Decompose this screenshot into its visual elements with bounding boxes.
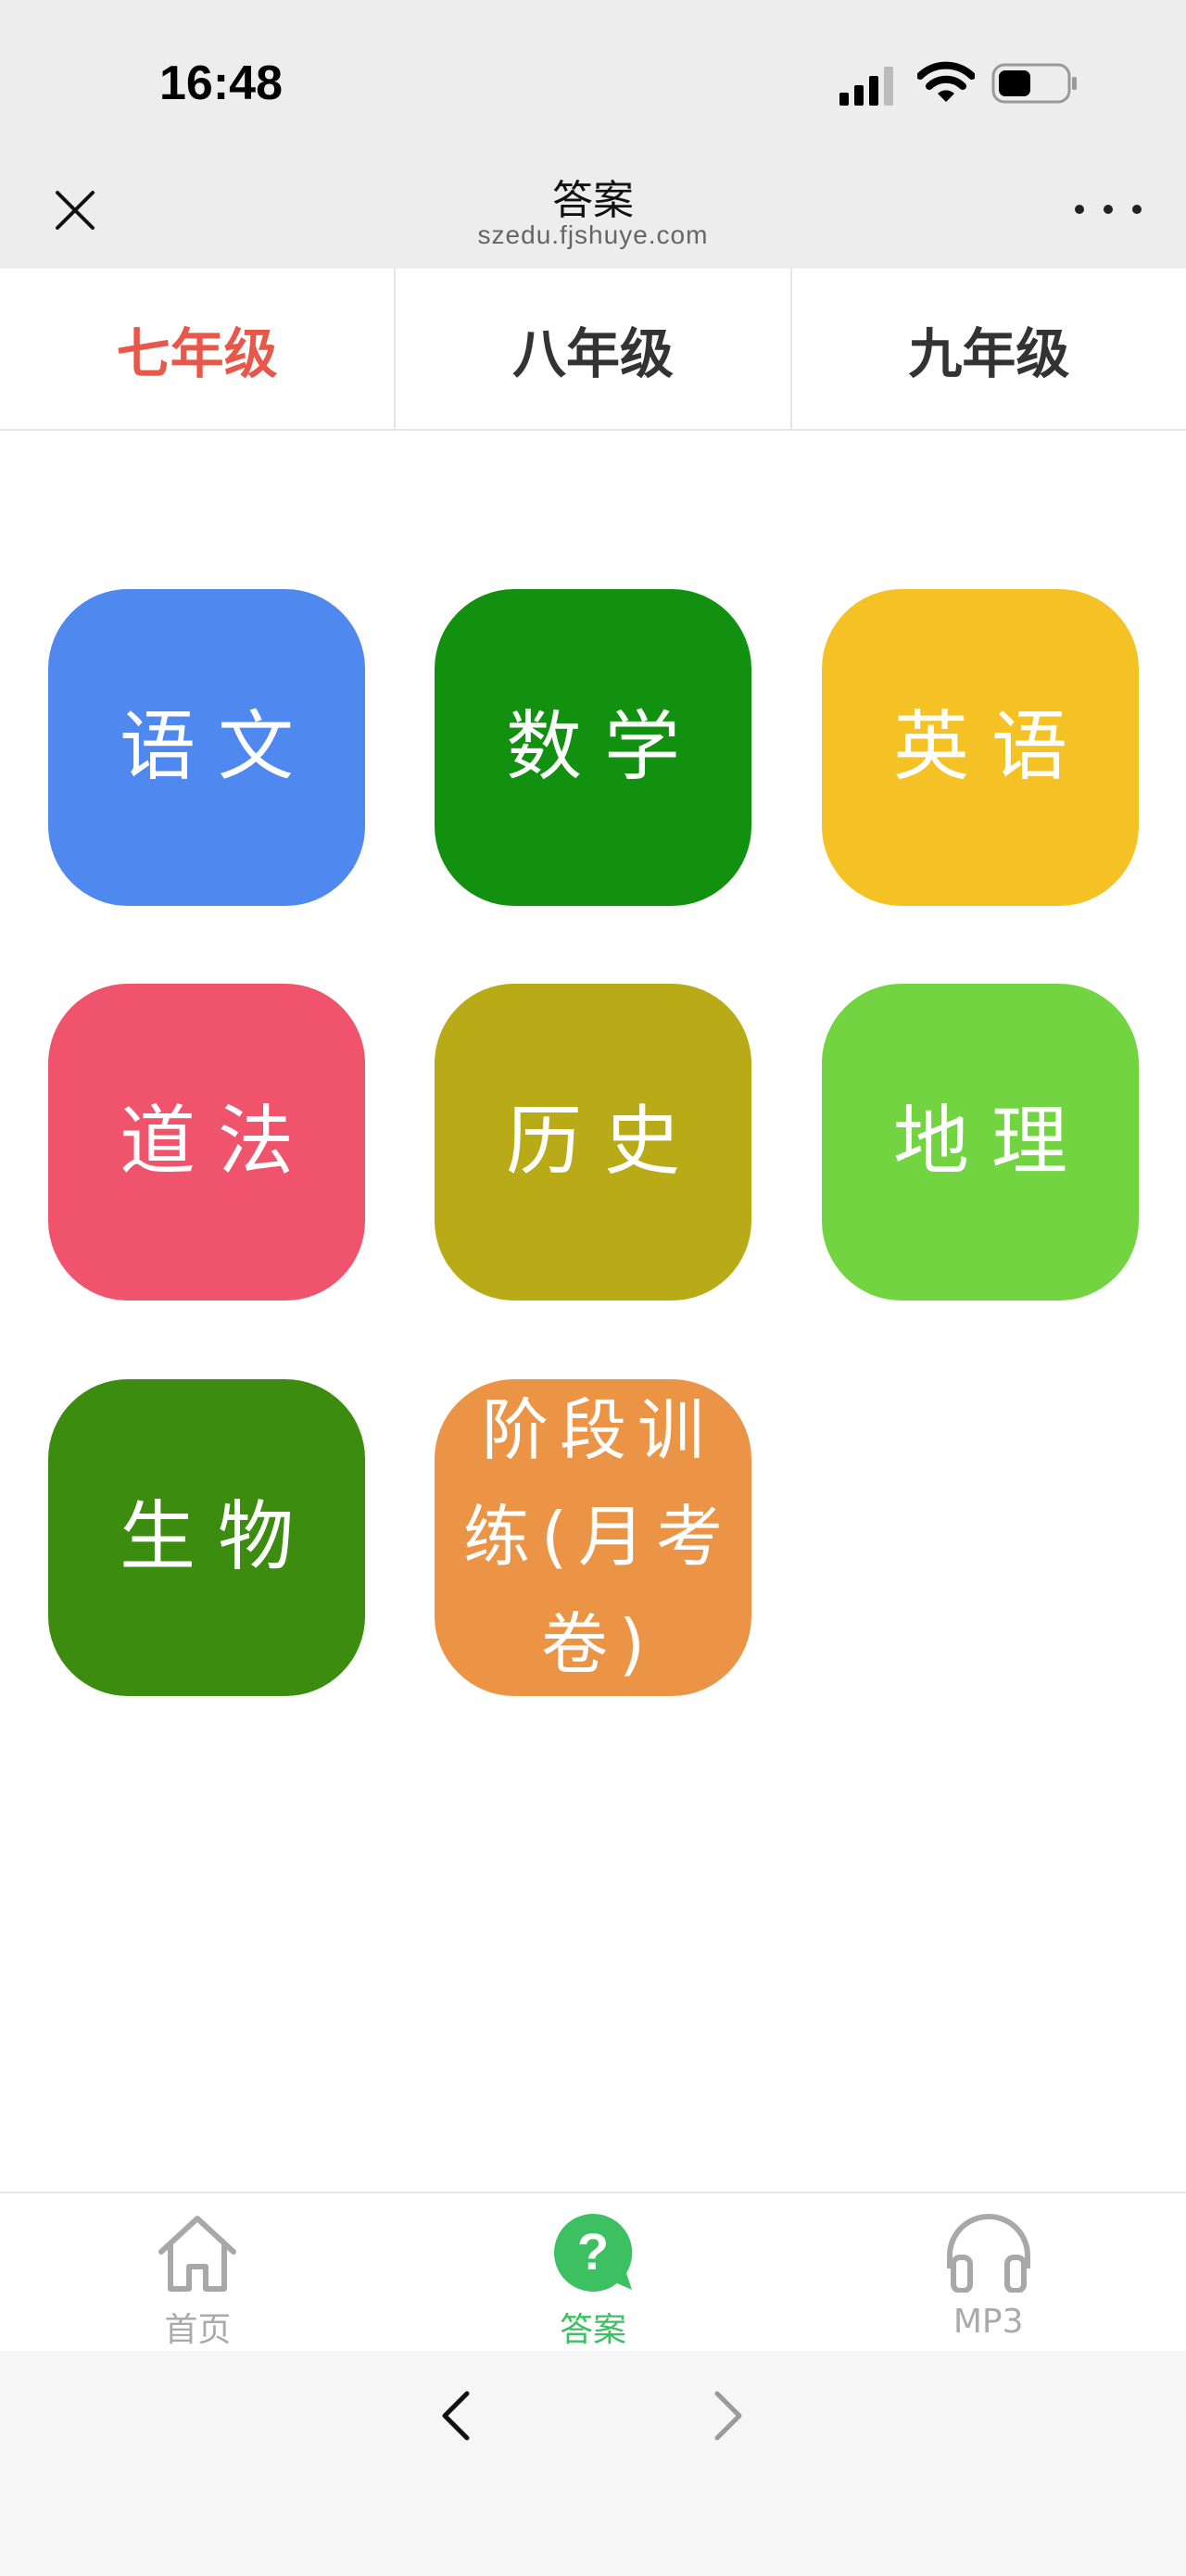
nav-home-label: 首页: [164, 2311, 232, 2349]
subject-tile-math[interactable]: 数学: [435, 589, 751, 906]
subject-tile-monthly-exam[interactable]: 阶段训练(月考卷): [435, 1379, 751, 1696]
subject-tile-morality-law[interactable]: 道法: [48, 984, 365, 1301]
close-icon: [56, 191, 95, 230]
page-title: 答案: [552, 177, 634, 224]
subject-tile-geography[interactable]: 地理: [822, 984, 1139, 1301]
subject-tile-chinese[interactable]: 语文: [48, 589, 365, 906]
close-button[interactable]: [44, 180, 106, 241]
forward-button[interactable]: [702, 2388, 752, 2444]
chevron-right-icon: [714, 2391, 742, 2441]
back-button[interactable]: [432, 2388, 482, 2444]
headphones-icon: [946, 2214, 1030, 2293]
page-url: szedu.fjshuye.com: [477, 220, 709, 249]
app-header: 16:48 答案 szedu.fjshuye.com: [0, 0, 1186, 269]
cellular-signal-icon: [839, 67, 893, 106]
more-dot-icon: [1075, 205, 1084, 214]
more-dot-icon: [1132, 205, 1142, 214]
home-icon: [158, 2216, 237, 2292]
battery-icon: [991, 63, 1077, 104]
browser-toolbar: [0, 2351, 1186, 2576]
tab-grade-9[interactable]: 九年级: [792, 269, 1186, 429]
subject-tile-history[interactable]: 历史: [435, 984, 751, 1301]
subject-tile-biology[interactable]: 生物: [48, 1379, 365, 1696]
grade-tabs: 七年级 八年级 九年级: [0, 269, 1186, 431]
question-icon: ?: [554, 2213, 633, 2292]
tab-grade-7[interactable]: 七年级: [0, 269, 397, 429]
svg-text:?: ?: [577, 2222, 609, 2281]
more-options-button[interactable]: [1075, 191, 1142, 228]
screen: 16:48 答案 szedu.fjshuye.com 七年级 八年级 九年级 语…: [0, 0, 1186, 2576]
nav-answers-label: 答案: [560, 2311, 627, 2349]
chevron-left-icon: [442, 2391, 470, 2441]
subject-tile-english[interactable]: 英语: [822, 589, 1139, 906]
nav-mp3-label: MP3: [953, 2303, 1024, 2341]
tab-grade-8[interactable]: 八年级: [396, 269, 792, 429]
bottom-nav: 首页 ? 答案 MP3: [0, 2192, 1186, 2351]
nav-home[interactable]: 首页: [0, 2193, 396, 2351]
more-dot-icon: [1104, 205, 1113, 214]
status-time: 16:48: [159, 57, 283, 110]
nav-answers[interactable]: ? 答案: [396, 2193, 791, 2351]
nav-mp3[interactable]: MP3: [790, 2193, 1186, 2351]
wifi-icon: [917, 61, 975, 102]
